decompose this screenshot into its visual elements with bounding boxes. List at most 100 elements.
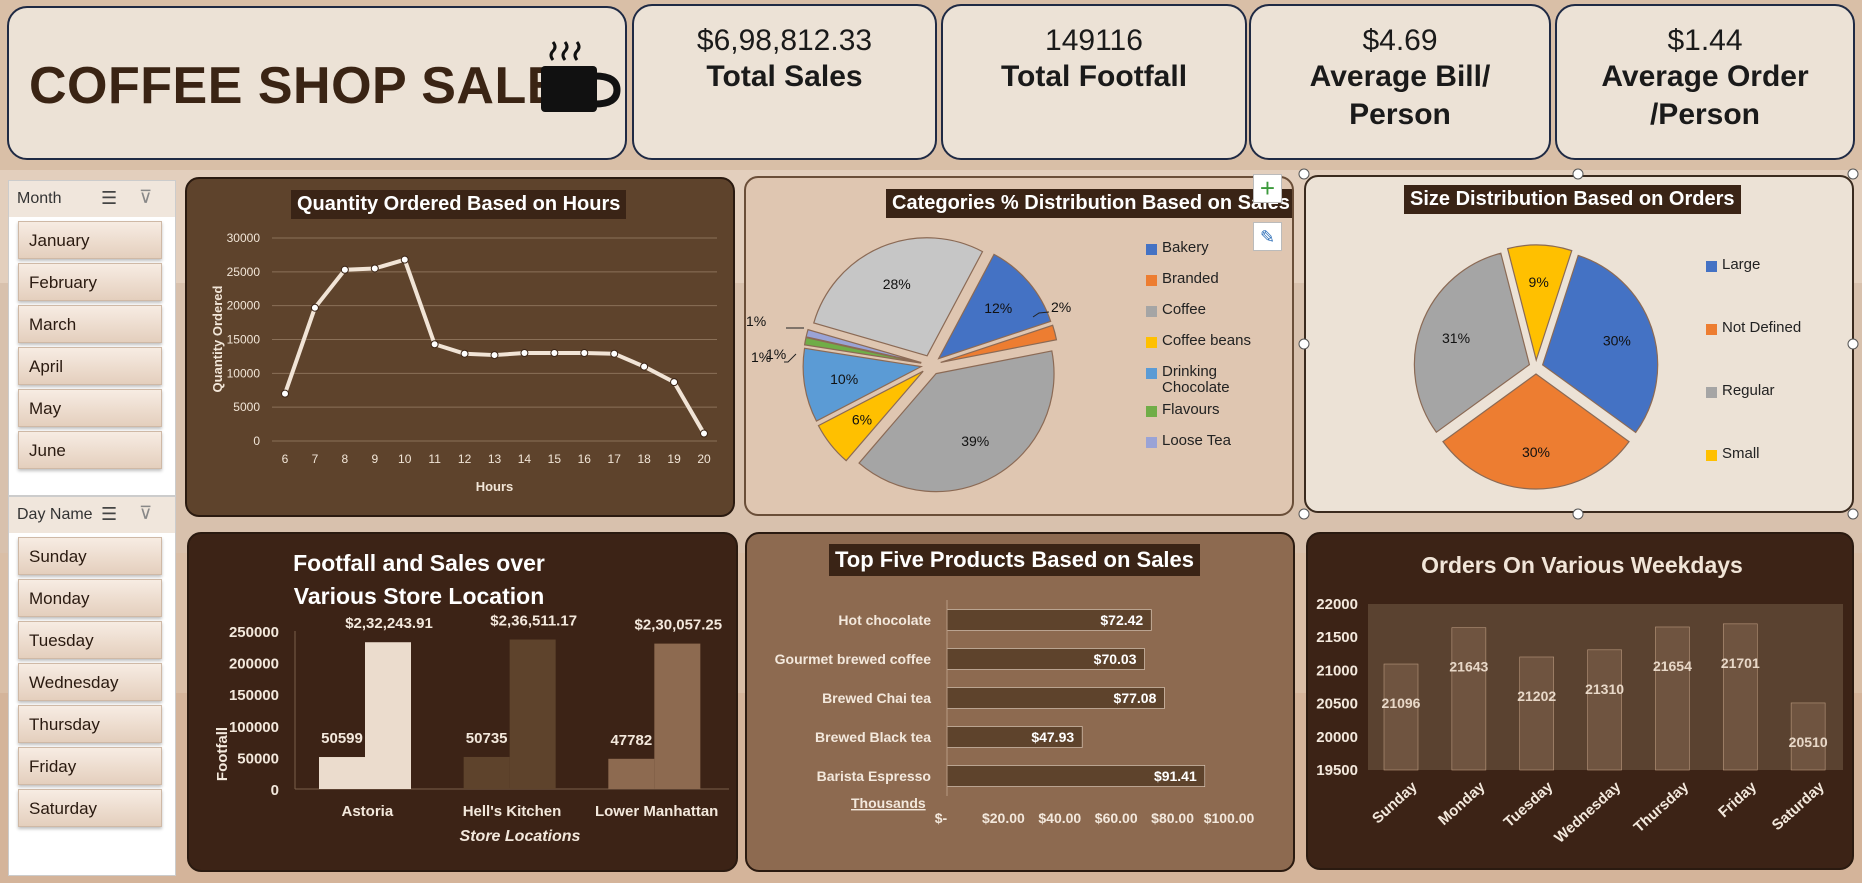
data-label: 21202 [1517,688,1556,704]
legend-item: Branded [1146,271,1286,302]
data-point [700,429,708,438]
legend-item: Large [1706,257,1846,320]
slicer-item-saturday[interactable]: Saturday [18,789,162,827]
slicer-item-tuesday[interactable]: Tuesday [18,621,162,659]
data-label: 30% [1603,333,1631,349]
legend-label: Loose Tea [1162,432,1231,449]
y-tick-label: 20500 [1316,696,1358,713]
weekday-bar [1655,626,1690,771]
y-tick-label: 30000 [227,231,261,245]
x-tick-label: 20 [697,452,711,466]
sales-data-label: $2,36,511.17 [490,613,577,630]
size-chart-panel[interactable]: Size Distribution Based on Orders 30% 30%… [1304,175,1854,513]
y-tick-label: Hot chocolate [838,612,931,628]
x-tick-label: $100.00 [1204,810,1255,826]
kpi-label: Total Footfall [1000,60,1188,93]
clear-filter-icon[interactable]: ⊽ [139,187,152,208]
y-tick-label: 20000 [1316,729,1358,746]
x-tick-label: $80.00 [1151,810,1194,826]
weekday-bar [1519,656,1555,771]
x-tick-label: Sunday [1369,778,1421,827]
legend-item: Flavours [1146,402,1286,433]
kpi-value: $4.69 [1362,24,1438,57]
slicer-header: Month ☰ ⊽ [9,181,175,217]
kpi-total-sales: $6,98,812.33 Total Sales [632,4,937,160]
data-point [520,349,529,358]
legend-item: Regular [1706,383,1846,446]
y-tick-label: Barista Espresso [817,768,931,784]
data-point [490,351,499,360]
slicer-item-monday[interactable]: Monday [18,579,162,617]
slicer-item-may[interactable]: May [18,389,162,427]
y-tick-label: 5000 [233,400,260,414]
data-point [370,264,379,273]
legend-swatch [1706,450,1717,461]
legend-swatch [1706,387,1717,398]
data-label: 1% [746,313,766,329]
legend-swatch [1146,306,1157,317]
data-label: 10% [830,371,858,387]
footfall-data-label: 50735 [466,730,508,747]
unit-label: Thousands [851,795,926,811]
data-label: 12% [984,300,1012,316]
add-chart-element-button[interactable]: + [1253,174,1282,203]
y-tick-label: 200000 [229,656,279,673]
sales-bar [509,639,556,789]
data-point [460,349,469,358]
multi-select-icon[interactable]: ☰ [101,504,117,525]
x-axis-label: Hours [476,479,514,494]
legend-label: Small [1722,445,1760,462]
kpi-total-footfall: 149116 Total Footfall [941,4,1247,160]
legend-swatch [1146,275,1157,286]
x-tick-label: 9 [371,452,378,466]
chart-style-brush-button[interactable]: ✎ [1253,222,1282,251]
size-legend: Large Not Defined Regular Small [1706,257,1846,509]
data-point [550,349,559,358]
x-tick-label: 7 [312,452,319,466]
data-label: 20510 [1789,734,1828,750]
y-tick-label: 21500 [1316,629,1358,646]
y-axis-label: Footfall [214,727,231,781]
slicer-title: Month [17,190,62,207]
weekday-bar [1587,649,1622,771]
data-label: 21310 [1585,681,1624,697]
slicer-item-june[interactable]: June [18,431,162,469]
data-label: 30% [1522,444,1550,460]
y-tick-label: Gourmet brewed coffee [775,651,932,667]
slicer-item-february[interactable]: February [18,263,162,301]
x-tick-label: 15 [548,452,562,466]
kpi-value: 149116 [1045,24,1143,57]
kpi-average-bill: $4.69 Average Bill/ Person [1249,4,1551,160]
legend-label: Branded [1162,270,1219,287]
slicer-header: Day Name ☰ ⊽ [9,497,175,533]
clear-filter-icon[interactable]: ⊽ [139,503,152,524]
slicer-item-wednesday[interactable]: Wednesday [18,663,162,701]
slicer-item-march[interactable]: March [18,305,162,343]
title-card: COFFEE SHOP SALES [7,6,627,160]
multi-select-icon[interactable]: ☰ [101,188,117,209]
legend-item: Coffee [1146,302,1286,333]
x-tick-label: $40.00 [1038,810,1081,826]
weekday-bar [1722,623,1758,771]
slicer-item-sunday[interactable]: Sunday [18,537,162,575]
data-point [400,255,409,264]
x-tick-label: Astoria [341,803,393,820]
slicer-item-friday[interactable]: Friday [18,747,162,785]
data-label: 21643 [1449,659,1488,675]
slicer-item-thursday[interactable]: Thursday [18,705,162,743]
slicer-item-january[interactable]: January [18,221,162,259]
data-label: 21096 [1382,695,1421,711]
data-label: 31% [1442,330,1470,346]
legend-item: Coffee beans [1146,333,1286,364]
legend-label: Not Defined [1722,319,1802,336]
x-axis-label: Store Locations [460,828,581,845]
slicer-item-april[interactable]: April [18,347,162,385]
categories-legend: Bakery Branded Coffee Coffee beans Drinking … [1146,240,1286,464]
kpi-label: Average Order /Person [1601,60,1809,131]
x-tick-label: Lower Manhattan [595,803,718,820]
sales-data-label: $2,32,243.91 [345,615,433,632]
footfall-data-label: 47782 [610,732,652,749]
footfall-bar [463,756,510,789]
y-tick-label: 250000 [229,624,279,641]
legend-swatch [1146,437,1157,448]
